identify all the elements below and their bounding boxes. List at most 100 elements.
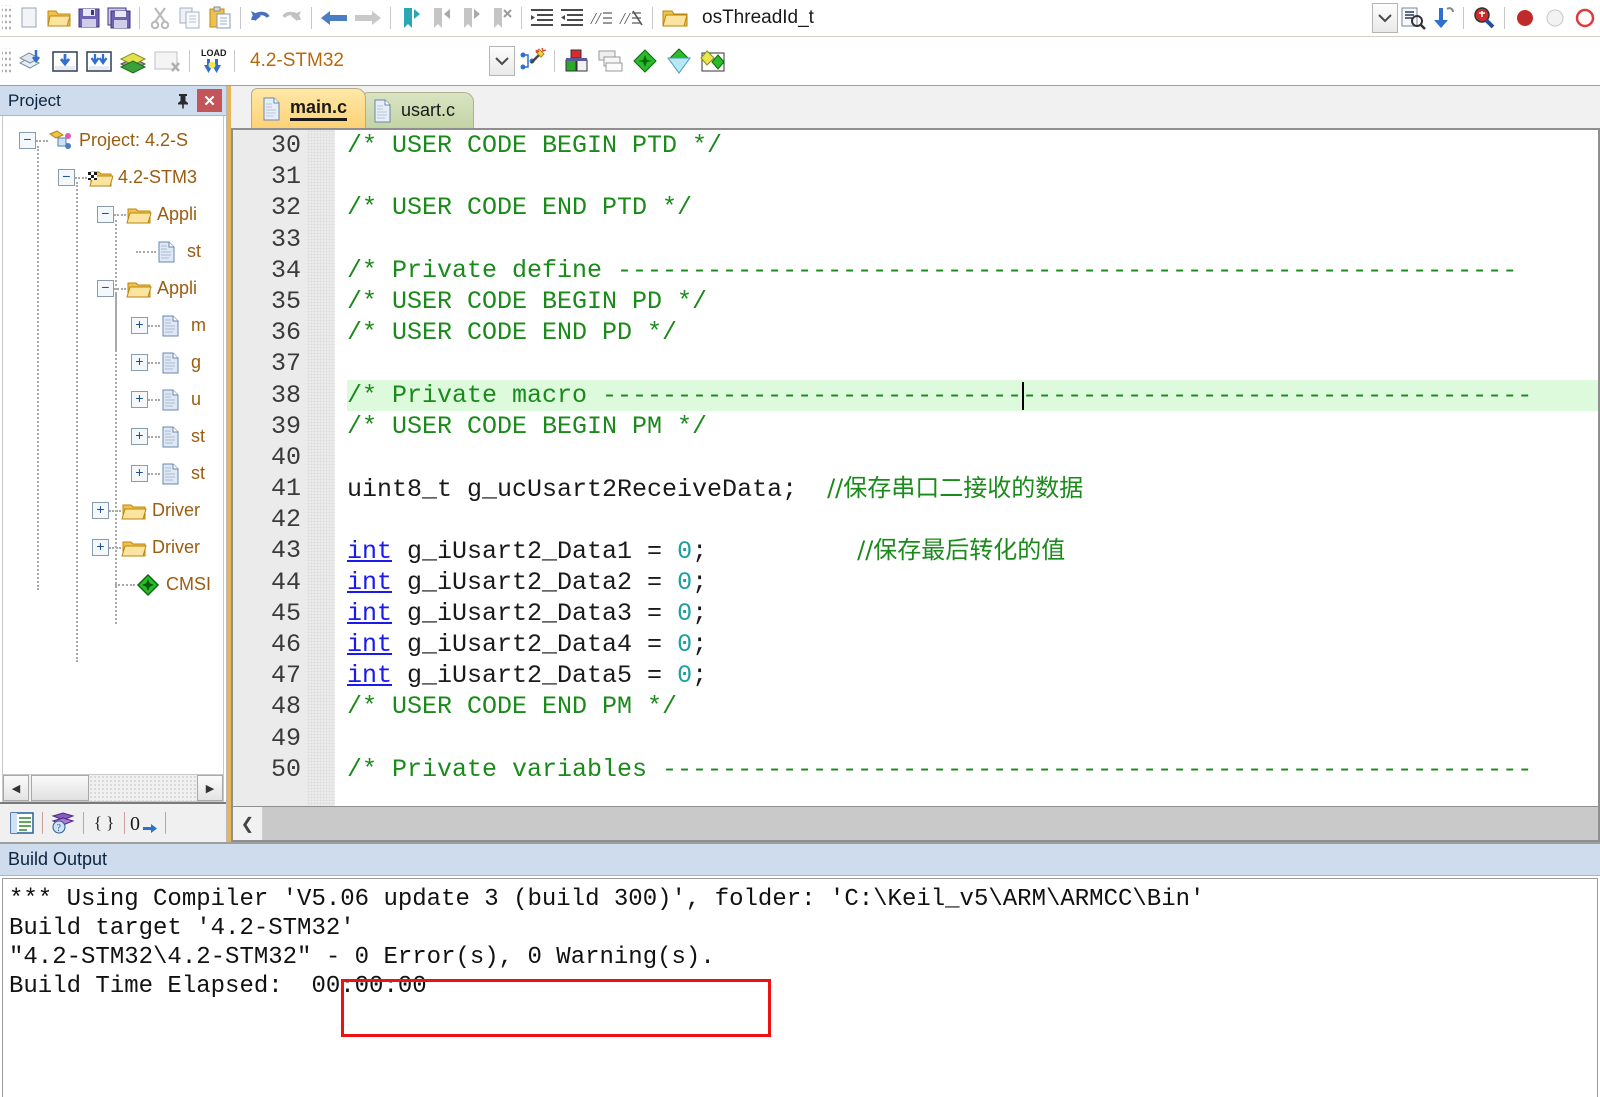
code-line[interactable]: /* USER CODE END PM */ <box>347 691 1598 722</box>
code-line[interactable]: int g_iUsart2_Data3 = 0; <box>347 598 1598 629</box>
code-line[interactable] <box>347 224 1598 255</box>
dropdown-arrow-icon[interactable] <box>1372 3 1398 33</box>
pack-installer-icon[interactable] <box>628 46 662 76</box>
code-line[interactable]: uint8_t g_ucUsart2ReceiveData; //保存串口二接收… <box>347 473 1598 504</box>
target-options-wizard-icon[interactable] <box>515 46 549 76</box>
tree-item-file-st-2[interactable]: + st <box>3 418 223 455</box>
bookmark-toggle-icon[interactable] <box>396 3 426 33</box>
code-line[interactable] <box>347 348 1598 379</box>
tree-item-file-st-3[interactable]: + st <box>3 455 223 492</box>
tree-item-file-st-1[interactable]: st <box>3 233 223 270</box>
bookmark-prev-icon[interactable] <box>426 3 456 33</box>
toolbar-grip[interactable] <box>2 5 11 31</box>
translate-icon[interactable] <box>14 46 48 76</box>
code-line[interactable]: /* USER CODE BEGIN PM */ <box>347 411 1598 442</box>
save-all-icon[interactable] <box>104 3 134 33</box>
download-icon[interactable]: LOAD <box>195 46 229 76</box>
tab-main-c[interactable]: main.c <box>251 88 367 128</box>
chevron-down-icon[interactable] <box>488 46 515 76</box>
batch-build-icon[interactable] <box>116 46 150 76</box>
code-editor[interactable]: 30 31 32 33 34 35 36 37 38 39 40 41 42 43 44 45 46 47 48 49… <box>231 128 1600 806</box>
rebuild-icon[interactable] <box>82 46 116 76</box>
build-icon[interactable] <box>48 46 82 76</box>
manage-runtime-env-icon[interactable] <box>662 46 696 76</box>
build-output-text[interactable]: *** Using Compiler 'V5.06 update 3 (buil… <box>2 878 1598 1097</box>
tree-item-project[interactable]: − Project: 4.2-S <box>3 122 223 159</box>
code-line[interactable]: /* USER CODE BEGIN PD */ <box>347 286 1598 317</box>
project-view-tab[interactable] <box>6 808 38 838</box>
copy-icon[interactable] <box>175 3 205 33</box>
code-line[interactable]: int g_iUsart2_Data1 = 0; //保存最后转化的值 <box>347 535 1598 566</box>
scroll-thumb[interactable] <box>31 775 89 801</box>
symbol-search-value[interactable]: osThreadId_t <box>702 7 814 29</box>
breakpoint-disabled-icon[interactable] <box>1540 3 1570 33</box>
tree-item-group-drivers-2[interactable]: + Driver <box>3 529 223 566</box>
find-in-files-icon[interactable] <box>1398 3 1428 33</box>
navigate-forward-icon[interactable] <box>351 3 385 33</box>
comment-icon[interactable]: // <box>587 3 617 33</box>
code-line[interactable]: /* USER CODE END PTD */ <box>347 192 1598 223</box>
expander-icon[interactable]: + <box>131 354 148 371</box>
pin-icon[interactable] <box>172 90 194 112</box>
tree-item-group-application-1[interactable]: − Appli <box>3 196 223 233</box>
expander-icon[interactable]: − <box>97 280 114 297</box>
find-symbol-icon[interactable] <box>658 3 692 33</box>
multi-project-icon[interactable] <box>594 46 628 76</box>
tree-item-file-m[interactable]: + m <box>3 307 223 344</box>
books-view-tab[interactable]: ? <box>47 808 79 838</box>
select-software-packs-icon[interactable] <box>696 46 730 76</box>
tree-item-group-drivers-1[interactable]: + Driver <box>3 492 223 529</box>
templates-view-tab[interactable]: 0 <box>129 808 161 838</box>
bookmark-next-icon[interactable] <box>456 3 486 33</box>
undo-icon[interactable] <box>246 3 276 33</box>
tree-item-group-application-2[interactable]: − Appli <box>3 270 223 307</box>
cut-icon[interactable] <box>145 3 175 33</box>
code-line[interactable] <box>347 723 1598 754</box>
tree-item-file-g[interactable]: + g <box>3 344 223 381</box>
close-icon[interactable]: ✕ <box>197 89 222 112</box>
insert-icon[interactable] <box>1428 3 1458 33</box>
tree-item-file-u[interactable]: + u <box>3 381 223 418</box>
code-line[interactable]: /* USER CODE END PD */ <box>347 317 1598 348</box>
open-file-icon[interactable] <box>44 3 74 33</box>
code-line[interactable]: /* USER CODE BEGIN PTD */ <box>347 130 1598 161</box>
functions-view-tab[interactable]: { } <box>88 808 120 838</box>
stop-build-icon[interactable] <box>150 46 184 76</box>
expander-icon[interactable]: + <box>92 502 109 519</box>
breakpoint-set-icon[interactable] <box>1510 3 1540 33</box>
scroll-right-arrow-icon[interactable]: ▶ <box>197 775 223 801</box>
tree-item-cmsis[interactable]: CMSI <box>3 566 223 603</box>
navigate-back-icon[interactable] <box>317 3 351 33</box>
tab-usart-c[interactable]: usart.c <box>362 92 475 128</box>
breakpoint-clear-icon[interactable] <box>1570 3 1600 33</box>
expander-icon[interactable]: − <box>97 206 114 223</box>
expander-icon[interactable]: + <box>92 539 109 556</box>
manage-project-items-icon[interactable] <box>560 46 594 76</box>
uncomment-icon[interactable]: // <box>617 3 647 33</box>
project-tree[interactable]: − Project: 4.2-S − 4.2-STM3 − Appli st −… <box>2 116 224 774</box>
scroll-left-arrow-icon[interactable]: ❮ <box>233 807 263 840</box>
code-line[interactable] <box>347 161 1598 192</box>
scroll-track[interactable] <box>263 807 1598 840</box>
scroll-left-arrow-icon[interactable]: ◀ <box>3 775 29 801</box>
expander-icon[interactable]: + <box>131 465 148 482</box>
expander-icon[interactable]: − <box>58 169 75 186</box>
project-tree-hscrollbar[interactable]: ◀ ▶ <box>2 774 224 802</box>
bookmark-clear-icon[interactable] <box>486 3 516 33</box>
expander-icon[interactable]: + <box>131 428 148 445</box>
new-file-icon[interactable] <box>14 3 44 33</box>
code-line[interactable]: /* Private macro -----------------------… <box>347 379 1598 411</box>
debug-magnifier-icon[interactable] <box>1469 3 1499 33</box>
indent-icon[interactable] <box>527 3 557 33</box>
code-line[interactable]: int g_iUsart2_Data5 = 0; <box>347 660 1598 691</box>
code-line[interactable]: /* Private define ----------------------… <box>347 255 1598 286</box>
redo-icon[interactable] <box>276 3 306 33</box>
scroll-track[interactable] <box>89 775 197 801</box>
editor-hscrollbar[interactable]: ❮ <box>231 806 1600 842</box>
code-text[interactable]: /* USER CODE BEGIN PTD */ /* USER CODE E… <box>335 130 1598 806</box>
expander-icon[interactable]: + <box>131 391 148 408</box>
code-line[interactable]: int g_iUsart2_Data2 = 0; <box>347 567 1598 598</box>
toolbar-grip[interactable] <box>2 48 11 74</box>
code-line[interactable] <box>347 504 1598 535</box>
code-line[interactable]: /* Private variables -------------------… <box>347 754 1598 785</box>
